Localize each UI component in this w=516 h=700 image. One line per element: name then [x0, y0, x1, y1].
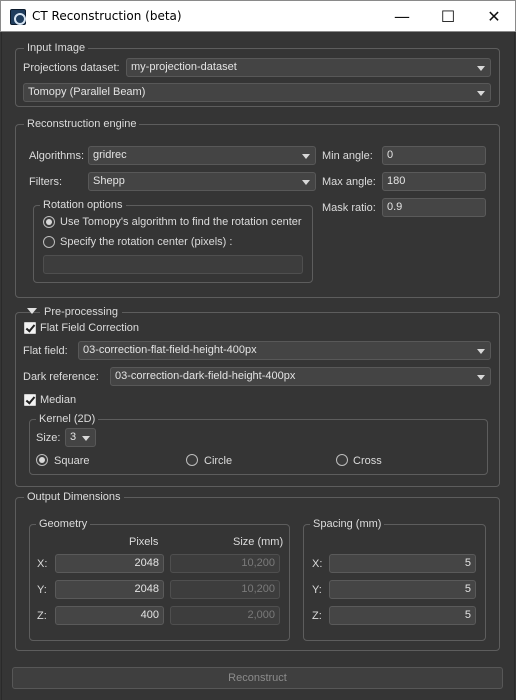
kernel-cross-label[interactable]: Cross	[353, 451, 382, 471]
min-angle-label: Min angle:	[322, 150, 373, 162]
flat-field-select-value: 03-correction-flat-field-height-400px	[83, 344, 257, 356]
median-checkbox[interactable]	[24, 394, 36, 406]
filters-select-value: Shepp	[93, 175, 125, 187]
app-icon	[10, 9, 26, 25]
maximize-button[interactable]: ☐	[425, 1, 471, 32]
size-z-input: 2,000	[170, 606, 280, 625]
size-column-header: Size (mm)	[233, 536, 284, 548]
chevron-down-icon	[477, 66, 485, 71]
spacing-y-input[interactable]: 5	[329, 580, 476, 599]
kernel-title: Kernel (2D)	[36, 412, 99, 426]
size-x-input: 10,200	[170, 554, 280, 573]
close-icon: ✕	[487, 7, 501, 26]
kernel-square-label[interactable]: Square	[54, 451, 89, 471]
input-image-title: Input Image	[24, 41, 89, 55]
geometry-z-label: Z:	[37, 610, 47, 622]
rotation-auto-label[interactable]: Use Tomopy's algorithm to find the rotat…	[60, 212, 302, 232]
dataset-select[interactable]: my-projection-dataset	[126, 58, 491, 77]
spacing-x-label: X:	[312, 558, 323, 570]
kernel-square-radio[interactable]	[36, 454, 48, 466]
median-label[interactable]: Median	[40, 390, 76, 410]
rotation-manual-radio[interactable]	[43, 236, 55, 248]
mask-ratio-input[interactable]: 0.9	[382, 198, 486, 217]
chevron-down-icon	[477, 91, 485, 96]
algorithms-select[interactable]: gridrec	[88, 146, 316, 165]
max-angle-input[interactable]: 180	[382, 172, 486, 191]
geometry-type-value: Tomopy (Parallel Beam)	[28, 86, 146, 98]
pixels-column-header: Pixels	[129, 536, 159, 548]
kernel-circle-label[interactable]: Circle	[204, 451, 232, 471]
algorithms-select-value: gridrec	[93, 149, 127, 161]
flat-field-select[interactable]: 03-correction-flat-field-height-400px	[78, 341, 491, 360]
rotation-center-input[interactable]	[43, 255, 303, 274]
reconstruction-engine-title: Reconstruction engine	[24, 117, 140, 131]
spacing-title: Spacing (mm)	[310, 517, 385, 531]
min-angle-input[interactable]: 0	[382, 146, 486, 165]
flat-field-correction-label[interactable]: Flat Field Correction	[40, 318, 139, 338]
geometry-title: Geometry	[36, 517, 91, 531]
dataset-select-value: my-projection-dataset	[131, 61, 237, 73]
output-dimensions-title: Output Dimensions	[24, 490, 124, 504]
flat-field-checkbox[interactable]	[24, 322, 36, 334]
maximize-icon: ☐	[440, 7, 456, 26]
spacing-x-input[interactable]: 5	[329, 554, 476, 573]
rotation-options-title: Rotation options	[40, 198, 126, 212]
filters-label: Filters:	[29, 176, 62, 188]
flat-field-label: Flat field:	[23, 345, 68, 357]
filters-select[interactable]: Shepp	[88, 172, 316, 191]
preprocessing-title[interactable]: Pre-processing	[40, 305, 122, 319]
kernel-size-label: Size:	[36, 432, 61, 444]
window-title: CT Reconstruction (beta)	[32, 9, 182, 23]
rotation-auto-radio[interactable]	[43, 216, 55, 228]
chevron-down-icon	[477, 375, 485, 380]
minimize-icon: —	[394, 7, 410, 26]
max-angle-label: Max angle:	[322, 176, 376, 188]
kernel-group: Kernel (2D)	[29, 412, 488, 475]
minimize-button[interactable]: —	[379, 1, 425, 32]
collapse-triangle-icon[interactable]	[27, 308, 37, 314]
dark-reference-label: Dark reference:	[23, 371, 99, 383]
pixels-x-input[interactable]: 2048	[55, 554, 164, 573]
title-bar: CT Reconstruction (beta) — ☐ ✕	[0, 0, 516, 32]
dataset-label: Projections dataset:	[23, 62, 120, 74]
pixels-z-input[interactable]: 400	[55, 606, 164, 625]
geometry-x-label: X:	[37, 558, 48, 570]
chevron-down-icon	[302, 180, 310, 185]
algorithms-label: Algorithms:	[29, 150, 85, 162]
rotation-manual-label[interactable]: Specify the rotation center (pixels) :	[60, 232, 232, 252]
spacing-y-label: Y:	[312, 584, 322, 596]
dark-reference-select[interactable]: 03-correction-dark-field-height-400px	[110, 367, 491, 386]
spacing-z-label: Z:	[312, 610, 322, 622]
chevron-down-icon	[82, 436, 90, 441]
dark-reference-select-value: 03-correction-dark-field-height-400px	[115, 370, 296, 382]
kernel-cross-radio[interactable]	[336, 454, 348, 466]
chevron-down-icon	[302, 154, 310, 159]
geometry-type-select[interactable]: Tomopy (Parallel Beam)	[23, 83, 491, 102]
kernel-size-select[interactable]: 3	[65, 428, 96, 447]
reconstruct-button[interactable]: Reconstruct	[12, 667, 503, 689]
kernel-size-value: 3	[70, 431, 77, 443]
chevron-down-icon	[477, 349, 485, 354]
spacing-z-input[interactable]: 5	[329, 606, 476, 625]
pixels-y-input[interactable]: 2048	[55, 580, 164, 599]
size-y-input: 10,200	[170, 580, 280, 599]
geometry-y-label: Y:	[37, 584, 47, 596]
kernel-circle-radio[interactable]	[186, 454, 198, 466]
close-button[interactable]: ✕	[471, 1, 516, 32]
mask-ratio-label: Mask ratio:	[322, 202, 376, 214]
